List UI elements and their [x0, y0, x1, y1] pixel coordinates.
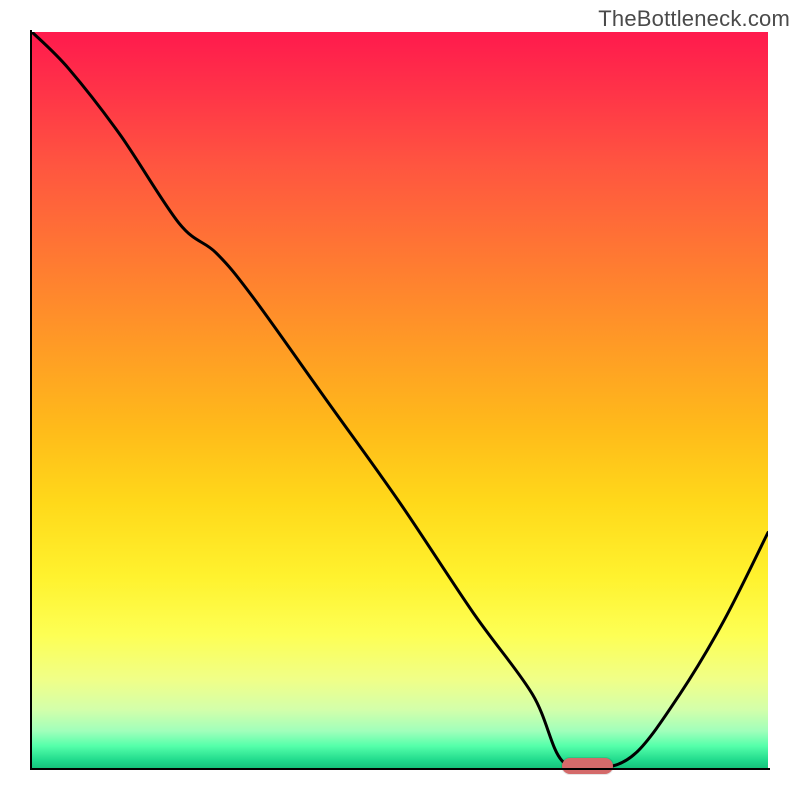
y-axis: [30, 30, 32, 770]
bottleneck-curve-path: [32, 32, 768, 768]
watermark-text: TheBottleneck.com: [598, 6, 790, 32]
optimal-range-marker: [562, 758, 614, 774]
x-axis: [30, 768, 770, 770]
curve-layer: [32, 32, 768, 768]
bottleneck-chart: TheBottleneck.com: [0, 0, 800, 800]
